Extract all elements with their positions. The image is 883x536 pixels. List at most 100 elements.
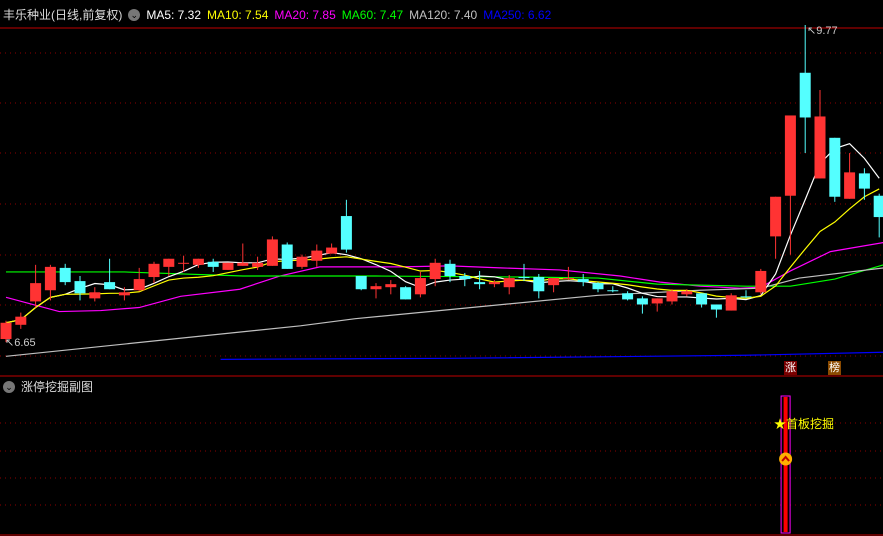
ma250-line	[220, 351, 883, 360]
candle-body	[252, 262, 264, 267]
candle	[755, 268, 767, 295]
kline-chart[interactable]	[0, 0, 883, 536]
candle	[622, 291, 634, 301]
candle	[577, 273, 589, 287]
candle	[829, 137, 841, 202]
candle-body	[266, 239, 278, 266]
candle	[266, 236, 278, 266]
candle	[44, 264, 56, 301]
candle-body	[681, 291, 693, 295]
ma20-value: MA20: 7.85	[274, 7, 336, 22]
candle-body	[710, 304, 722, 310]
candle	[533, 273, 545, 299]
candle-body	[192, 258, 204, 265]
candle-body	[696, 293, 708, 305]
sub-panel-title: 涨停挖掘副图	[21, 380, 94, 394]
candle	[518, 263, 530, 282]
candle-body	[74, 281, 86, 294]
candle	[296, 254, 308, 269]
candle	[873, 193, 883, 238]
ranking-tag[interactable]: 榜	[828, 361, 841, 375]
candle	[784, 115, 796, 255]
candle	[133, 267, 145, 292]
ma-lines	[5, 143, 883, 360]
signal-label: ★首板挖掘	[774, 415, 834, 432]
candle	[355, 276, 367, 291]
candle-body	[311, 250, 323, 261]
candle	[651, 298, 663, 312]
candle	[15, 312, 27, 329]
candle	[844, 153, 856, 199]
candle-body	[651, 298, 663, 304]
candle-body	[207, 261, 219, 267]
candle	[222, 262, 234, 270]
candle	[503, 275, 515, 295]
candle	[444, 259, 456, 283]
low-price-label: ↖6.65	[5, 337, 36, 349]
candle	[148, 261, 160, 284]
candle-body	[474, 282, 486, 285]
candle-body	[222, 262, 234, 270]
candle	[385, 280, 397, 295]
candle-body	[178, 262, 190, 264]
candle-body	[725, 295, 737, 311]
candle	[770, 196, 782, 259]
candle-body	[444, 263, 456, 277]
candle-body	[429, 262, 441, 280]
candle	[814, 90, 826, 179]
candle	[636, 296, 648, 314]
candle-body	[755, 270, 767, 293]
candle-body	[459, 276, 471, 280]
candle-body	[814, 116, 826, 179]
candle	[740, 290, 752, 299]
candle-body	[281, 244, 293, 269]
candle-body	[858, 173, 870, 189]
candle-body	[636, 298, 648, 305]
candle-body	[118, 292, 130, 296]
candle-body	[163, 258, 175, 267]
signal-circle-icon	[779, 452, 793, 466]
candle-body	[30, 283, 42, 302]
candle	[104, 258, 116, 290]
candles	[0, 25, 883, 343]
ma120-value: MA120: 7.40	[409, 7, 478, 22]
candle-body	[592, 283, 604, 290]
candle-body	[237, 262, 249, 266]
candle-body	[622, 293, 634, 300]
candle-body	[503, 278, 515, 288]
ma5-value: MA5: 7.32	[146, 7, 202, 22]
candle-body	[607, 290, 619, 292]
candle-body	[44, 266, 56, 291]
candle-body	[104, 282, 116, 290]
candle	[562, 266, 574, 281]
ma60-value: MA60: 7.47	[341, 7, 404, 22]
star-icon: ★	[774, 417, 787, 431]
candle-body	[296, 256, 308, 267]
chevron-down-icon[interactable]: ⌄	[128, 8, 141, 21]
high-price-label: ↖9.77	[807, 25, 838, 37]
candle-body	[518, 277, 530, 279]
candle-body	[148, 263, 160, 278]
candle-body	[133, 279, 145, 291]
grid-lines	[0, 52, 883, 506]
limit-up-tag[interactable]: 涨	[784, 361, 797, 375]
candle	[548, 278, 560, 293]
candle-body	[873, 195, 883, 218]
candle-body	[829, 137, 841, 197]
signal-text: 首板挖掘	[786, 417, 835, 431]
candle	[340, 199, 352, 253]
ma5-line	[5, 143, 880, 324]
chevron-down-icon[interactable]: ⌄	[3, 380, 15, 393]
candle	[725, 293, 737, 311]
candle	[59, 263, 71, 286]
candle-body	[577, 279, 589, 283]
candle	[799, 25, 811, 154]
candle	[89, 287, 101, 302]
candle-body	[533, 277, 545, 292]
candle-body	[740, 296, 752, 298]
candle	[400, 286, 412, 300]
ma10-value: MA10: 7.54	[207, 7, 269, 22]
candle-body	[15, 316, 27, 325]
candle-body	[340, 216, 352, 250]
candle-body	[326, 247, 338, 254]
